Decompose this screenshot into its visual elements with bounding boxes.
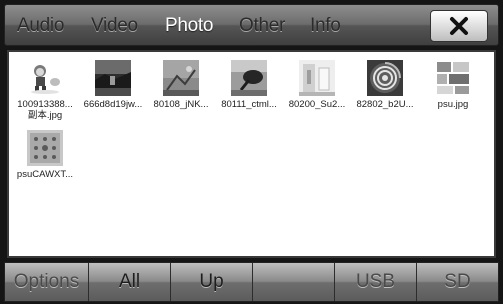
file-item[interactable]: 666d8d19jw... (79, 60, 147, 110)
file-item[interactable]: 80111_ctml... (215, 60, 283, 110)
dark-landscape-thumbnail (95, 60, 131, 96)
pattern-thumbnail (27, 130, 63, 166)
file-item[interactable]: 80108_jNK... (147, 60, 215, 110)
media-browser-window: Audio Video Photo Other Info 100913388.. (0, 0, 503, 304)
tab-photo[interactable]: Photo (165, 15, 213, 37)
file-item[interactable]: 82802_b2U... (351, 60, 419, 110)
tab-info[interactable]: Info (310, 15, 341, 37)
light-interior-thumbnail (299, 60, 335, 96)
usb-button[interactable]: USB (335, 263, 417, 301)
spiral-thumbnail (367, 60, 403, 96)
sd-button[interactable]: SD (417, 263, 498, 301)
tab-other[interactable]: Other (239, 15, 285, 37)
tab-bar: Audio Video Photo Other Info (4, 4, 499, 46)
dark-object-thumbnail (231, 60, 267, 96)
close-x-icon (450, 17, 468, 35)
collage-thumbnail (435, 60, 471, 96)
file-name: psuCAWXT... (16, 169, 74, 180)
file-name: 100913388... (17, 99, 73, 110)
tab-audio[interactable]: Audio (17, 15, 64, 37)
file-item[interactable]: 80200_Su2... (283, 60, 351, 110)
file-item[interactable]: psuCAWXT... (11, 130, 79, 180)
grey-scene-thumbnail (163, 60, 199, 96)
options-button[interactable]: Options (5, 263, 89, 301)
file-grid: 100913388... 副本.jpg 666d8d19jw... 80108_… (7, 50, 496, 258)
tab-video[interactable]: Video (91, 15, 138, 37)
cartoon-character-thumbnail (27, 60, 63, 96)
close-button[interactable] (430, 10, 488, 42)
blank-button[interactable] (253, 263, 335, 301)
file-name: 80108_jNK... (153, 99, 209, 110)
bottom-toolbar: Options All Up USB SD (4, 262, 499, 302)
file-name: 80200_Su2... (288, 99, 346, 110)
file-name: 82802_b2U... (356, 99, 414, 110)
file-item[interactable]: psu.jpg (419, 60, 487, 110)
file-item[interactable]: 100913388... 副本.jpg (11, 60, 79, 121)
up-button[interactable]: Up (171, 263, 253, 301)
file-name: psu.jpg (437, 99, 469, 110)
file-name: 666d8d19jw... (83, 99, 143, 110)
all-button[interactable]: All (89, 263, 171, 301)
file-name: 80111_ctml... (221, 99, 277, 110)
file-name-line2: 副本.jpg (27, 110, 63, 121)
